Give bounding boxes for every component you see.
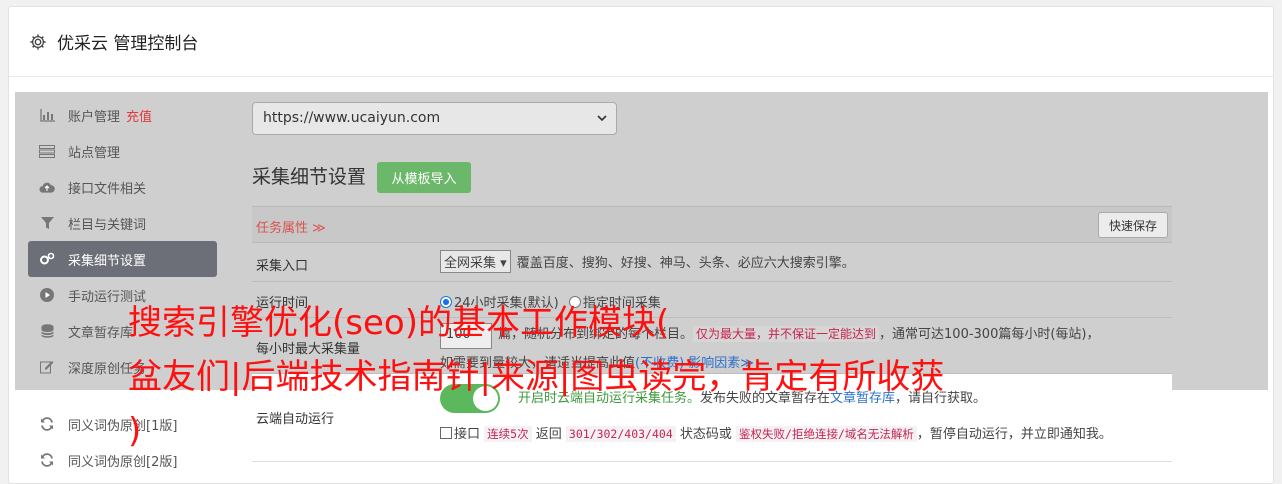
entry-desc: 覆盖百度、搜狗、好搜、神马、头条、必应六大搜索引擎。 (516, 256, 855, 271)
chevron-down-icon (597, 115, 607, 122)
panel-header: 优采云 管理控制台 (9, 7, 1273, 77)
sidebar-item-interface[interactable]: 接口文件相关 (15, 169, 230, 205)
task-attr-toggle[interactable]: 任务属性 ≫ (256, 217, 326, 236)
cloud-upload-icon (39, 179, 55, 195)
row-label: 采集入口 (256, 259, 309, 274)
entry-select-value: 全网采集 (444, 256, 497, 271)
server-icon (39, 143, 55, 159)
sidebar-item-account[interactable]: 账户管理 充值 (15, 97, 230, 133)
sidebar-item-collect-settings[interactable]: 采集细节设置 (28, 241, 217, 277)
page-title: 优采云 管理控制台 (57, 34, 199, 54)
sidebar-item-label: 账户管理 (68, 109, 121, 125)
overlay-line-2: 盆友们|后端技术指南针|来源|图虫读完，肯定有所收获 (128, 357, 945, 397)
row-value: 全网采集 ▾ 覆盖百度、搜狗、好搜、神马、头条、必应六大搜索引擎。 (440, 250, 855, 273)
filter-icon (39, 215, 55, 231)
bar-chart-icon (39, 107, 55, 123)
sidebar-item-label: 采集细节设置 (68, 253, 147, 269)
overlay-line-3: ) (128, 411, 142, 451)
sidebar-item-label: 站点管理 (68, 145, 121, 161)
gear-icon (30, 33, 46, 50)
entry-select[interactable]: 全网采集 ▾ (440, 250, 511, 273)
sidebar-item-columns[interactable]: 栏目与关键词 (15, 205, 230, 241)
refresh-icon (39, 416, 55, 432)
row-entry: 采集入口 全网采集 ▾ 覆盖百度、搜狗、好搜、神马、头条、必应六大搜索引擎。 (252, 243, 1172, 282)
gears-icon (39, 251, 55, 267)
watermark-overlay-text: 搜索引擎优化(seo)的基本工作模块( 盆友们|后端技术指南针|来源|图虫读完，… (128, 296, 1168, 458)
quick-save-button[interactable]: 快速保存 (1098, 212, 1168, 238)
edit-icon (39, 359, 55, 375)
sidebar-item-sites[interactable]: 站点管理 (15, 133, 230, 169)
sidebar-item-label: 栏目与关键词 (68, 217, 147, 233)
site-select[interactable]: https://www.ucaiyun.com (252, 102, 617, 135)
refresh-icon (39, 452, 55, 468)
overlay-line-1: 搜索引擎优化(seo)的基本工作模块( (128, 303, 670, 343)
database-icon (39, 323, 55, 339)
import-template-button[interactable]: 从模板导入 (377, 162, 471, 193)
sidebar-item-label: 文章暂存库 (68, 325, 134, 341)
task-attr-row: 任务属性 ≫ 快速保存 (252, 206, 1172, 243)
section-title: 采集细节设置 (252, 166, 367, 188)
sidebar-item-label: 接口文件相关 (68, 181, 147, 197)
play-circle-icon (39, 287, 55, 303)
site-select-value: https://www.ucaiyun.com (263, 110, 441, 126)
recharge-link[interactable]: 充值 (126, 106, 152, 125)
